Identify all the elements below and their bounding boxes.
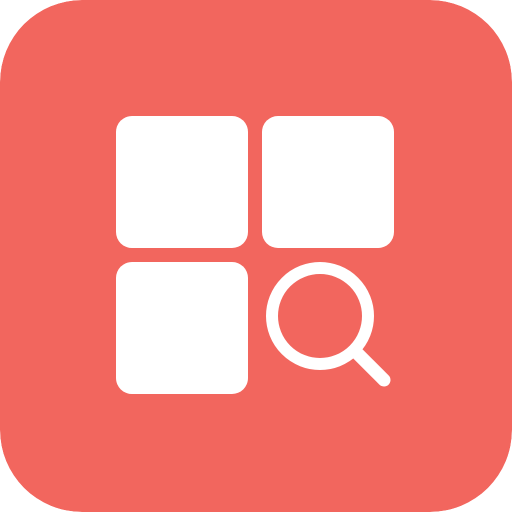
app-icon-graphic (0, 0, 512, 512)
grid-tile-top-left-icon (116, 116, 248, 248)
grid-tile-bottom-left-icon (116, 262, 248, 394)
app-icon[interactable] (0, 0, 512, 512)
app-icon-background (0, 0, 512, 512)
grid-tile-top-right-icon (262, 116, 394, 248)
screenshot-canvas (0, 0, 512, 512)
